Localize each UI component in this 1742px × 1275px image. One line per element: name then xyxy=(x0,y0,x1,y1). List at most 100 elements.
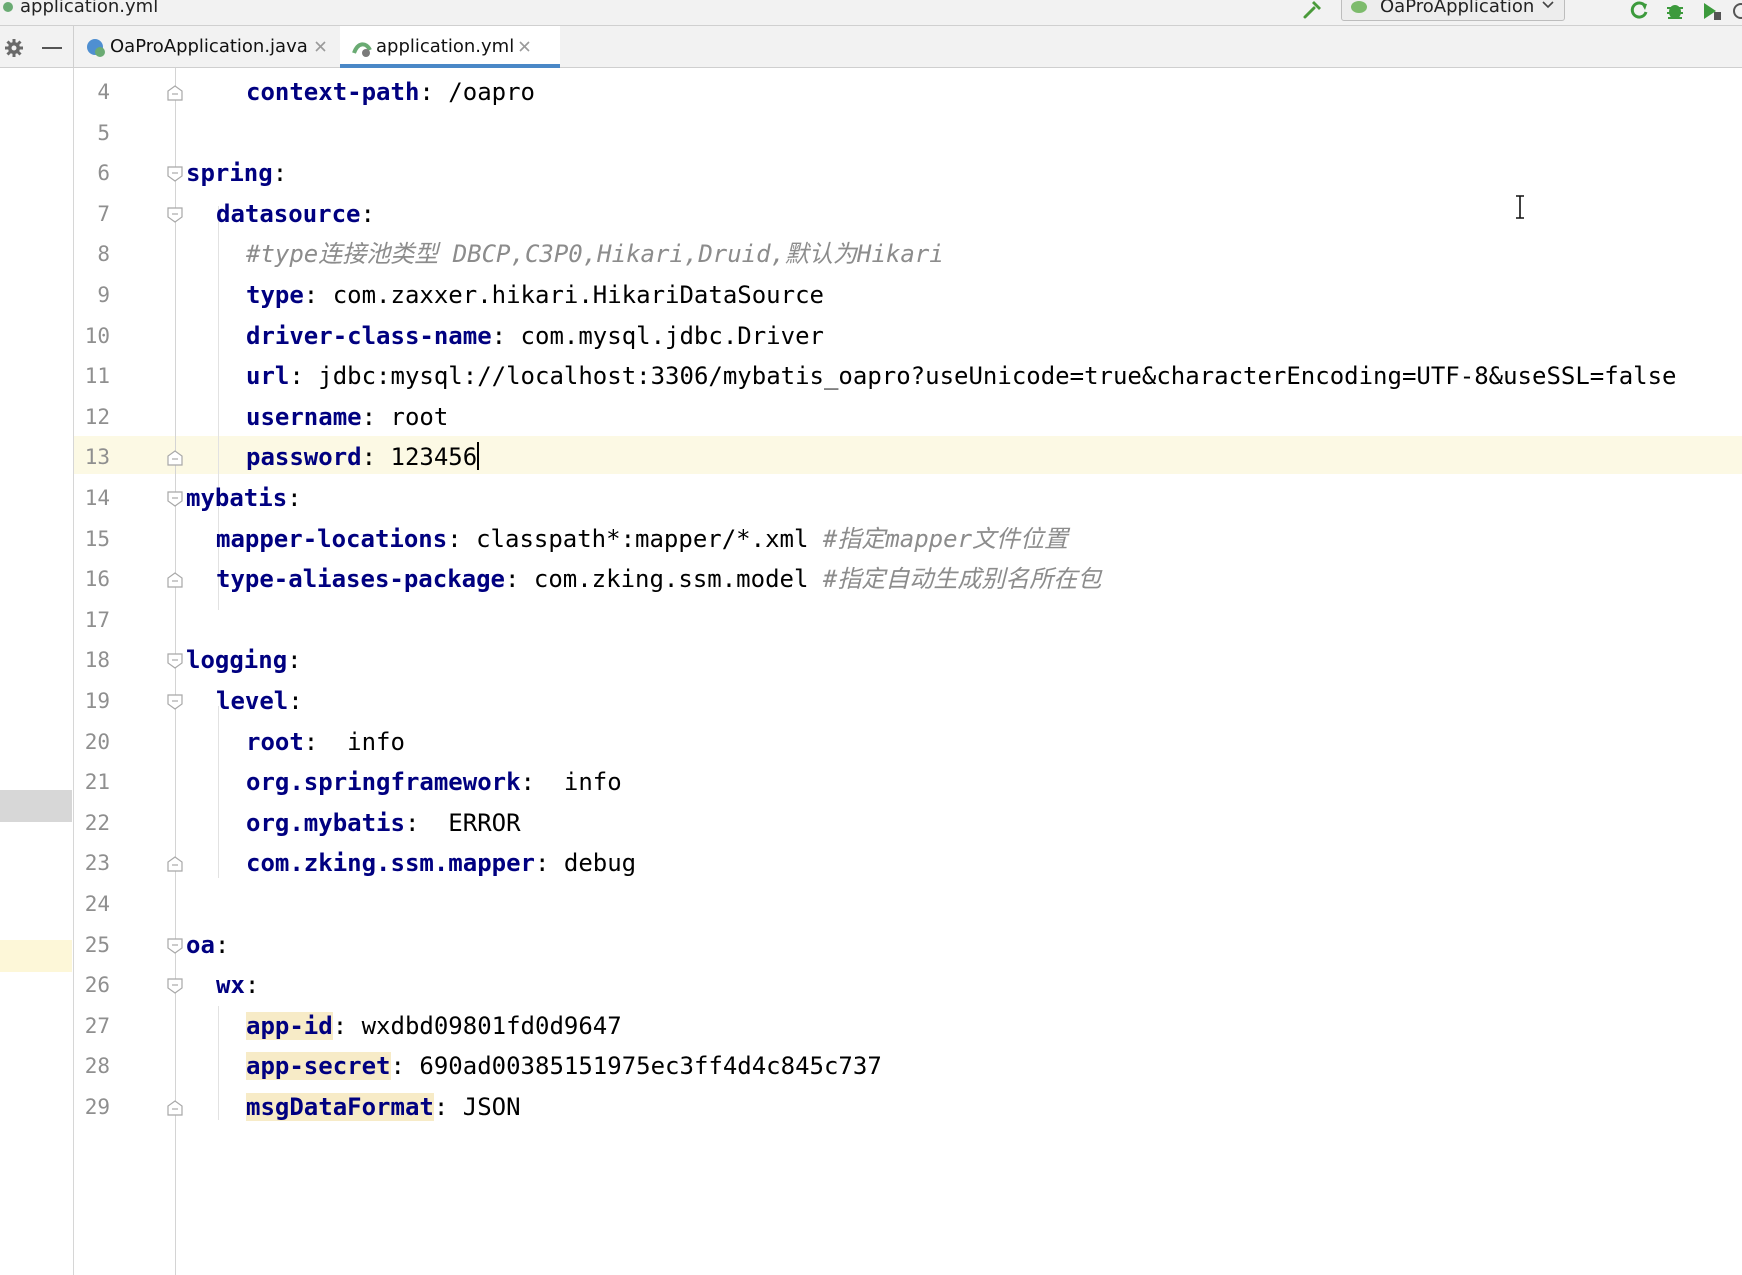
code-line[interactable]: 5 xyxy=(0,113,1742,153)
editor-tab-bar: OaProApplication.java application.yml xyxy=(0,26,1742,68)
hide-panel-icon[interactable] xyxy=(42,47,62,49)
line-number: 7 xyxy=(97,201,110,226)
rerun-icon[interactable] xyxy=(1628,0,1650,22)
tab-application-yml[interactable]: application.yml xyxy=(340,26,560,68)
close-icon[interactable] xyxy=(314,40,327,53)
debug-icon[interactable] xyxy=(1664,0,1686,22)
line-number: 5 xyxy=(97,120,110,145)
window-title: application.yml xyxy=(20,0,159,17)
yaml-value: debug xyxy=(549,849,637,878)
code-text: mybatis: xyxy=(186,484,302,512)
code-line[interactable]: 23 com.zking.ssm.mapper: debug xyxy=(0,843,1742,883)
code-text: app-id: wxdbd09801fd0d9647 xyxy=(246,1011,622,1040)
fold-collapse-icon[interactable] xyxy=(166,937,184,955)
fold-end-icon[interactable] xyxy=(166,571,184,589)
code-line[interactable]: 15 mapper-locations: classpath*:mapper/*.… xyxy=(0,519,1742,559)
fold-end-icon[interactable] xyxy=(166,1099,184,1117)
code-line[interactable]: 19 level: xyxy=(0,681,1742,721)
code-line[interactable]: 29 msgDataFormat: JSON xyxy=(0,1087,1742,1127)
line-number: 21 xyxy=(84,770,110,795)
yaml-value: info xyxy=(318,727,405,756)
yaml-comment: #type连接池类型 DBCP,C3P0,Hikari,Druid,默认为Hik… xyxy=(246,240,944,269)
code-line[interactable]: 7 datasource: xyxy=(0,194,1742,234)
line-number: 13 xyxy=(84,445,110,470)
fold-end-icon[interactable] xyxy=(166,449,184,467)
code-text: com.zking.ssm.mapper: debug xyxy=(246,849,637,878)
fold-end-icon[interactable] xyxy=(166,84,184,102)
code-line[interactable]: 16 type-aliases-package: com.zking.ssm.mo… xyxy=(0,559,1742,599)
yaml-key: app-id xyxy=(246,1011,333,1040)
yaml-key: spring xyxy=(186,159,273,188)
close-icon[interactable] xyxy=(518,40,531,53)
yaml-value: wxdbd09801fd0d9647 xyxy=(347,1011,622,1040)
fold-collapse-icon[interactable] xyxy=(166,977,184,995)
fold-collapse-icon[interactable] xyxy=(166,693,184,711)
code-line[interactable]: 11 url: jdbc:mysql://localhost:3306/mybat… xyxy=(0,356,1742,396)
code-text: #type连接池类型 DBCP,C3P0,Hikari,Druid,默认为Hik… xyxy=(246,239,944,269)
code-line[interactable]: 4 context-path: /oapro xyxy=(0,72,1742,112)
fold-collapse-icon[interactable] xyxy=(166,490,184,508)
gear-icon[interactable] xyxy=(4,38,24,58)
yaml-key: url xyxy=(246,362,290,391)
code-line[interactable]: 9 type: com.zaxxer.hikari.HikariDataSourc… xyxy=(0,275,1742,315)
tab-oaproapplication-java[interactable]: OaProApplication.java xyxy=(74,26,330,68)
code-line[interactable]: 21 org.springframework: info xyxy=(0,762,1742,802)
fold-end-icon[interactable] xyxy=(166,855,184,873)
fold-collapse-icon[interactable] xyxy=(166,165,184,183)
spring-boot-icon xyxy=(1351,1,1367,13)
yaml-key: datasource xyxy=(216,199,361,228)
yaml-value: jdbc:mysql://localhost:3306/mybatis_oapr… xyxy=(303,362,1677,391)
code-text: msgDataFormat: JSON xyxy=(246,1093,521,1121)
mouse-ibeam-cursor-icon xyxy=(1516,195,1524,219)
code-text: type-aliases-package: com.zking.ssm.mode… xyxy=(216,565,1102,594)
line-number: 17 xyxy=(84,607,110,632)
line-number: 22 xyxy=(84,810,110,835)
code-line[interactable]: 26 wx: xyxy=(0,965,1742,1005)
code-text: driver-class-name: com.mysql.jdbc.Driver xyxy=(246,321,824,350)
code-text: url: jdbc:mysql://localhost:3306/mybatis… xyxy=(246,362,1677,391)
code-line[interactable]: 12 username: root xyxy=(0,397,1742,437)
title-bar: application.yml OaProApplication xyxy=(0,0,1742,26)
yaml-comment: #指定自动生成别名所在包 xyxy=(822,565,1102,594)
code-line[interactable]: 17 xyxy=(0,600,1742,640)
line-number: 11 xyxy=(84,364,110,389)
code-line[interactable]: 24 xyxy=(0,884,1742,924)
line-number: 27 xyxy=(84,1013,110,1038)
yaml-value: info xyxy=(535,768,622,797)
code-line[interactable]: 18 logging: xyxy=(0,640,1742,680)
code-line[interactable]: 28 app-secret: 690ad00385151975ec3ff4d4c8… xyxy=(0,1046,1742,1086)
code-text: wx: xyxy=(216,971,260,1000)
yaml-value: 690ad00385151975ec3ff4d4c845c737 xyxy=(404,1052,882,1081)
fold-collapse-icon[interactable] xyxy=(166,206,184,224)
tab-label: OaProApplication.java xyxy=(110,36,308,57)
line-number: 4 xyxy=(97,80,110,104)
code-line[interactable]: 27 app-id: wxdbd09801fd0d9647 xyxy=(0,1006,1742,1046)
build-hammer-icon[interactable] xyxy=(1302,0,1324,20)
line-number: 19 xyxy=(84,689,110,713)
code-line[interactable]: 6 spring: xyxy=(0,153,1742,193)
yaml-key: type xyxy=(246,281,304,309)
coverage-icon[interactable] xyxy=(1700,0,1722,22)
code-line[interactable]: 20 root: info xyxy=(0,722,1742,762)
code-line[interactable]: 25 oa: xyxy=(0,925,1742,965)
code-text: type: com.zaxxer.hikari.HikariDataSource xyxy=(246,281,824,309)
code-text: logging: xyxy=(186,646,302,675)
yaml-key: logging xyxy=(186,646,288,675)
yaml-value: com.mysql.jdbc.Driver xyxy=(506,321,824,350)
line-number: 28 xyxy=(84,1054,110,1079)
yaml-key: org.springframework xyxy=(246,768,521,797)
yaml-value: 123456 xyxy=(376,443,478,472)
yaml-key: mybatis xyxy=(186,484,288,512)
line-number: 29 xyxy=(84,1095,110,1119)
code-line[interactable]: 22 org.mybatis: ERROR xyxy=(0,803,1742,843)
code-line[interactable]: 13 password: 123456 xyxy=(0,437,1742,477)
code-line[interactable]: 10 driver-class-name: com.mysql.jdbc.Driv… xyxy=(0,316,1742,356)
line-number: 14 xyxy=(84,486,110,510)
code-line[interactable]: 8 #type连接池类型 DBCP,C3P0,Hikari,Druid,默认为Hi… xyxy=(0,234,1742,274)
run-configuration-select[interactable]: OaProApplication xyxy=(1341,0,1565,21)
fold-collapse-icon[interactable] xyxy=(166,652,184,670)
profile-icon[interactable] xyxy=(1732,0,1742,22)
yaml-value: classpath*:mapper/*.xml xyxy=(461,524,823,553)
yaml-value: ERROR xyxy=(419,808,521,837)
code-line[interactable]: 14 mybatis: xyxy=(0,478,1742,518)
